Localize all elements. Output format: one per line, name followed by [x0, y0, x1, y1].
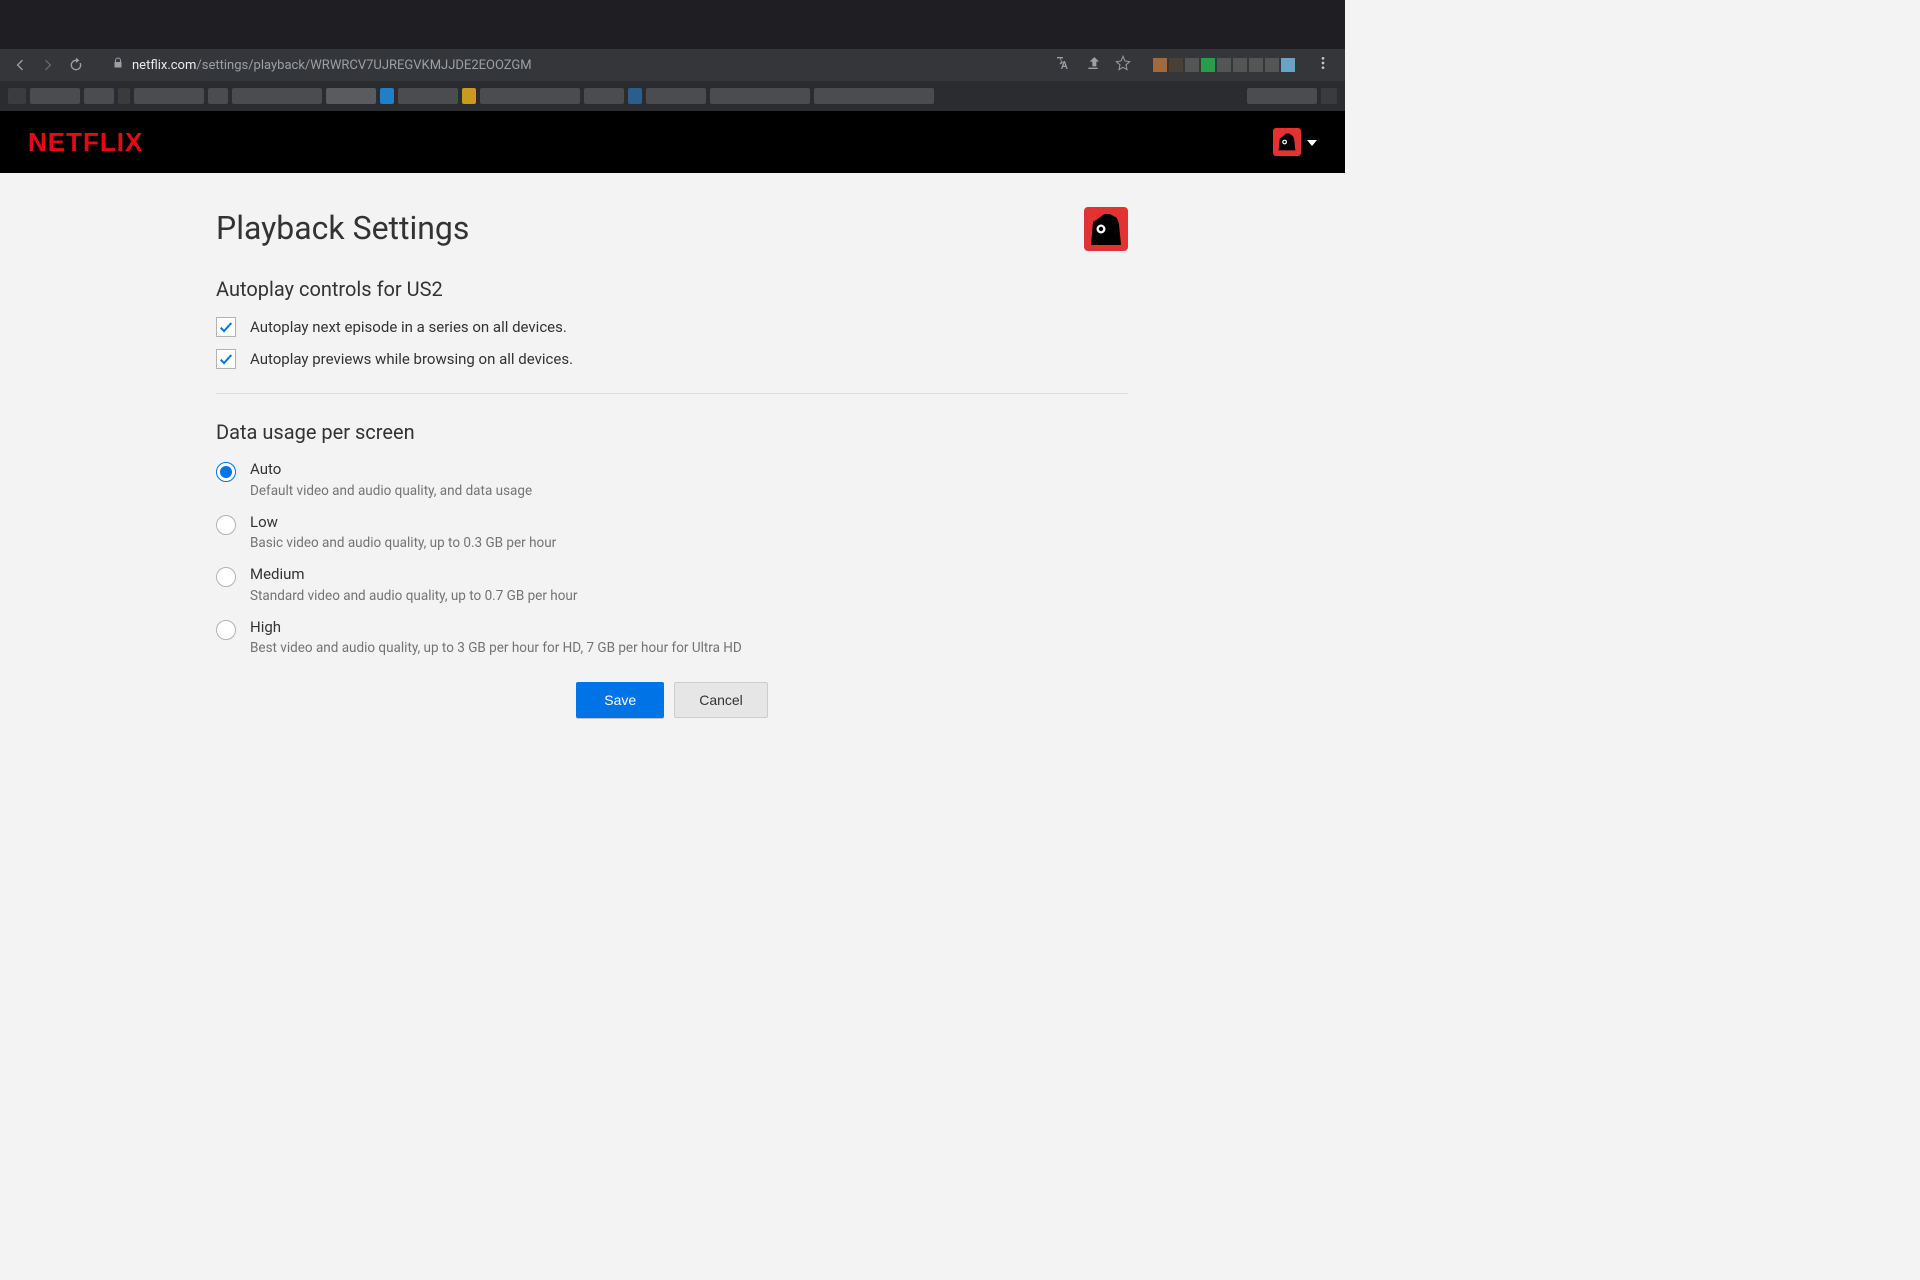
data-usage-section-title: Data usage per screen	[216, 420, 1128, 444]
browser-menu-icon[interactable]	[1309, 55, 1331, 75]
radio-high[interactable]	[216, 620, 236, 640]
radio-desc: Best video and audio quality, up to 3 GB…	[250, 640, 742, 656]
extension-icons[interactable]	[1153, 58, 1295, 72]
form-actions: Save Cancel	[216, 682, 1128, 718]
page-title: Playback Settings	[216, 209, 1128, 247]
profile-avatar	[1084, 207, 1128, 251]
netflix-logo[interactable]: NETFLIX	[28, 127, 143, 158]
autoplay-section-title: Autoplay controls for US2	[216, 277, 1128, 301]
page-body: Playback Settings Autoplay controls for …	[0, 173, 1345, 718]
translate-icon[interactable]	[1055, 55, 1071, 75]
address-bar[interactable]: netflix.com/settings/playback/WRWRCV7UJR…	[94, 57, 1045, 73]
radio-desc: Standard video and audio quality, up to …	[250, 588, 577, 604]
radio-desc: Default video and audio quality, and dat…	[250, 483, 532, 499]
back-button[interactable]	[12, 57, 28, 73]
checkbox-label: Autoplay next episode in a series on all…	[250, 318, 567, 336]
radio-label: High	[250, 618, 742, 638]
star-icon[interactable]	[1115, 55, 1131, 75]
app-header: NETFLIX	[0, 111, 1345, 173]
radio-label: Low	[250, 513, 556, 533]
autoplay-next-episode-row: Autoplay next episode in a series on all…	[216, 317, 1128, 337]
save-button[interactable]: Save	[576, 682, 664, 718]
radio-auto[interactable]	[216, 462, 236, 482]
autoplay-previews-checkbox[interactable]	[216, 349, 236, 369]
data-usage-option-low: Low Basic video and audio quality, up to…	[216, 513, 1128, 552]
data-usage-option-medium: Medium Standard video and audio quality,…	[216, 565, 1128, 604]
radio-label: Medium	[250, 565, 577, 585]
browser-toolbar: netflix.com/settings/playback/WRWRCV7UJR…	[0, 49, 1345, 81]
radio-label: Auto	[250, 460, 532, 480]
data-usage-option-high: High Best video and audio quality, up to…	[216, 618, 1128, 657]
url-text: netflix.com/settings/playback/WRWRCV7UJR…	[132, 58, 532, 73]
lock-icon	[112, 57, 124, 73]
autoplay-next-episode-checkbox[interactable]	[216, 317, 236, 337]
radio-desc: Basic video and audio quality, up to 0.3…	[250, 535, 556, 551]
forward-button[interactable]	[40, 57, 56, 73]
caret-down-icon	[1307, 133, 1317, 152]
avatar	[1273, 128, 1301, 156]
cancel-button[interactable]: Cancel	[674, 682, 768, 718]
checkbox-label: Autoplay previews while browsing on all …	[250, 350, 573, 368]
radio-low[interactable]	[216, 515, 236, 535]
bookmark-bar[interactable]	[0, 81, 1345, 111]
radio-medium[interactable]	[216, 567, 236, 587]
data-usage-option-auto: Auto Default video and audio quality, an…	[216, 460, 1128, 499]
reload-button[interactable]	[68, 57, 84, 73]
autoplay-previews-row: Autoplay previews while browsing on all …	[216, 349, 1128, 369]
section-divider	[216, 393, 1128, 394]
profile-menu[interactable]	[1273, 128, 1317, 156]
share-icon[interactable]	[1085, 55, 1101, 75]
browser-tab-strip	[0, 0, 1345, 49]
